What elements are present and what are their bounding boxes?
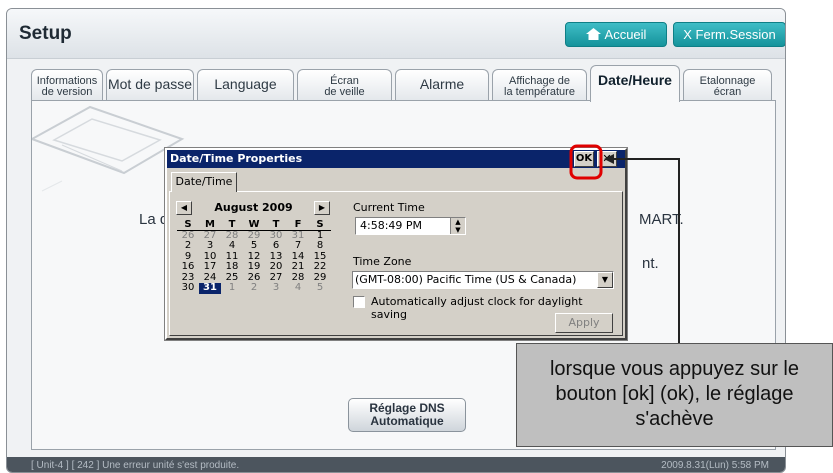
arrow-head-icon (604, 154, 614, 164)
instruction-callout: lorsque vous appuyez sur le bouton [ok] … (516, 343, 833, 447)
callout-leader-line (610, 158, 680, 343)
tab-date-time-properties[interactable]: Date/Time (171, 172, 237, 192)
ok-highlight-ring (569, 144, 603, 180)
tab-date-time[interactable]: Date/Heure (590, 65, 680, 102)
